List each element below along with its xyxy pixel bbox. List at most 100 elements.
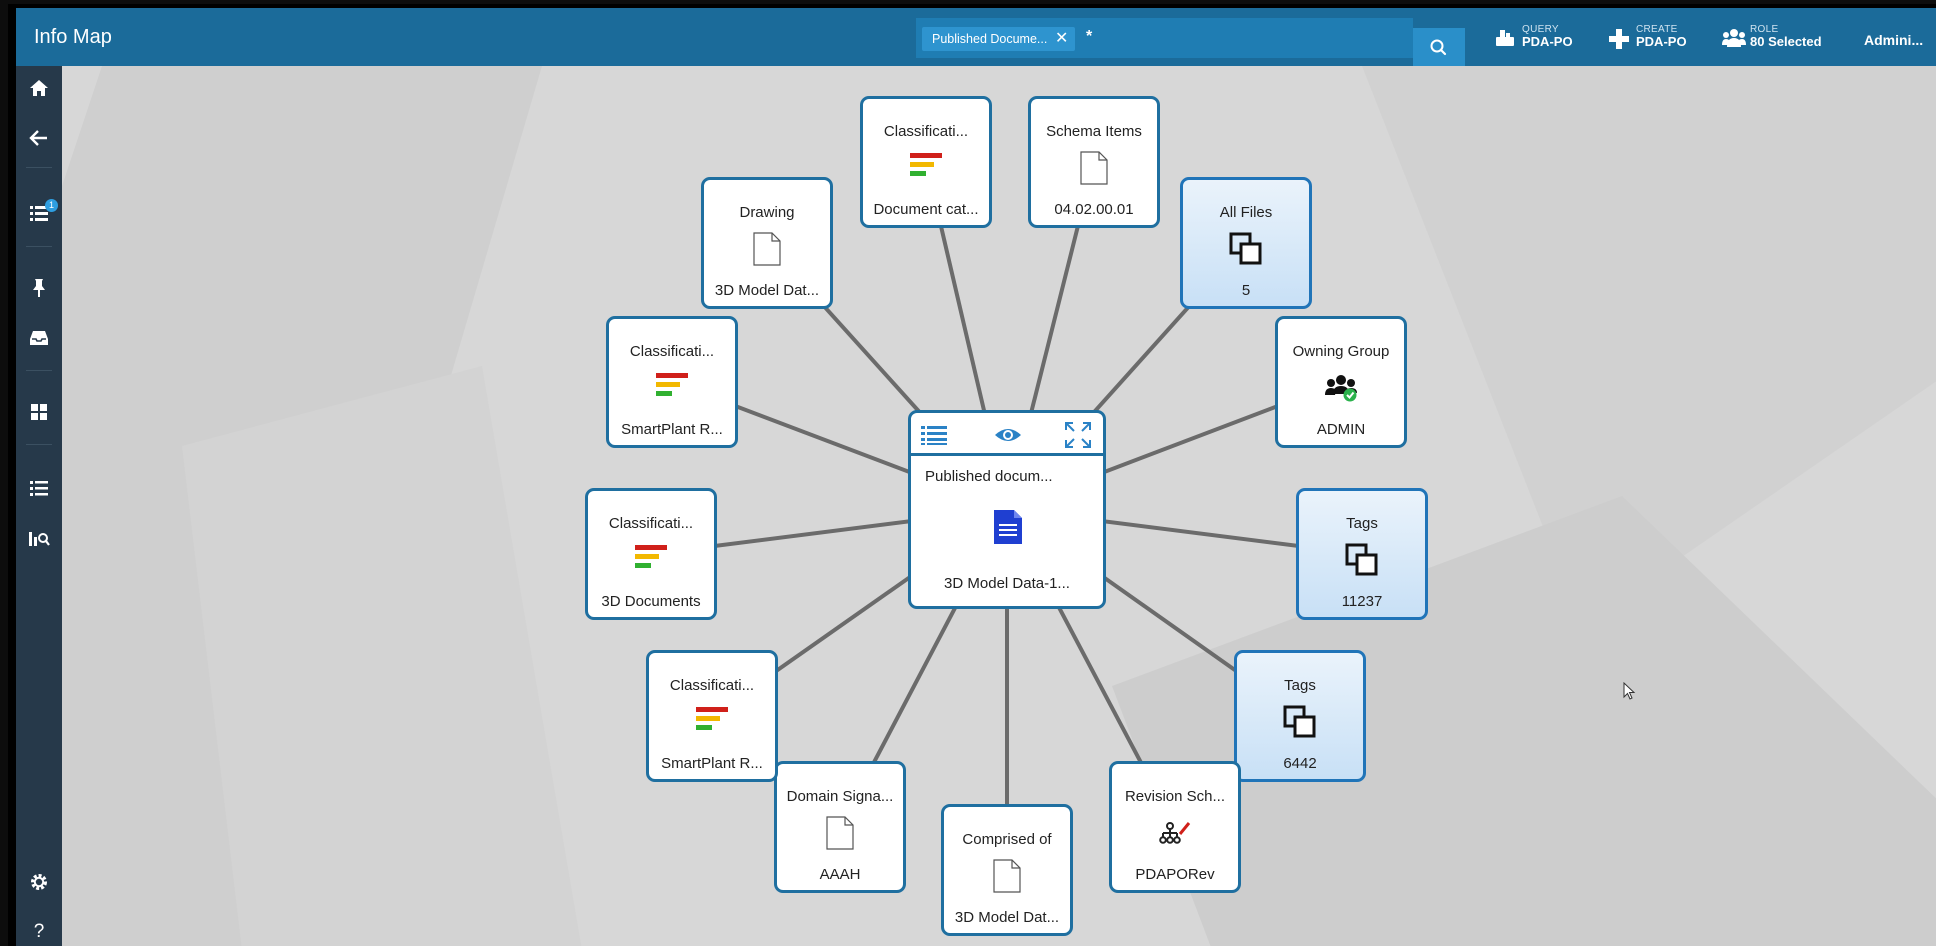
- node-value-label: 5: [1241, 282, 1251, 299]
- home-icon: [30, 80, 48, 96]
- node-type-label: Owning Group: [1292, 343, 1390, 360]
- map-node[interactable]: Owning Group ADMIN: [1275, 316, 1407, 448]
- classification-icon: [906, 148, 946, 188]
- view-button[interactable]: [993, 421, 1023, 449]
- map-node[interactable]: Revision Sch... PDAPORev: [1109, 761, 1241, 893]
- search-box[interactable]: Published Docume... ✕ *: [916, 18, 1465, 68]
- inbox-icon: [30, 331, 48, 345]
- node-type-label: Classificati...: [883, 123, 969, 140]
- classification-icon: [631, 540, 671, 580]
- screen: Info Map Published Docume... ✕ * QUERY P…: [0, 0, 1936, 946]
- node-value-label: PDAPORev: [1135, 866, 1215, 883]
- collection-icon: [1342, 540, 1382, 580]
- back-arrow-icon: [29, 130, 47, 146]
- search-input[interactable]: *: [1086, 28, 1092, 46]
- user-menu[interactable]: Admini...: [1864, 32, 1923, 48]
- collection-icon: [1280, 702, 1320, 742]
- map-node[interactable]: Classificati... SmartPlant R...: [606, 316, 738, 448]
- search-filter-chip[interactable]: Published Docume... ✕: [922, 27, 1076, 51]
- map-node[interactable]: Tags 11237: [1296, 488, 1428, 620]
- sidebar-item-pin[interactable]: [16, 268, 62, 308]
- sidebar-item-list[interactable]: 1: [16, 193, 62, 233]
- group-icon: [1321, 368, 1361, 408]
- help-icon: ?: [33, 921, 45, 942]
- node-value-label: ADMIN: [1316, 421, 1366, 438]
- map-node[interactable]: Drawing 3D Model Dat...: [701, 177, 833, 309]
- sidebar-item-inbox[interactable]: [16, 318, 62, 358]
- document-icon: [994, 510, 1022, 544]
- center-node-name: 3D Model Data-1...: [944, 575, 1070, 592]
- node-type-label: Classificati...: [629, 343, 715, 360]
- map-node[interactable]: Classificati... 3D Documents: [585, 488, 717, 620]
- map-node[interactable]: Schema Items 04.02.00.01: [1028, 96, 1160, 228]
- node-type-label: Comprised of: [962, 831, 1052, 848]
- plus-icon: [1609, 29, 1629, 49]
- search-chip-label: Published Docume...: [932, 32, 1048, 46]
- node-type-label: Classificati...: [669, 677, 755, 694]
- list-view-button[interactable]: [919, 421, 949, 449]
- node-type-label: Revision Sch...: [1124, 788, 1226, 805]
- sidebar-item-ordered-list[interactable]: [16, 468, 62, 508]
- document-icon: [987, 856, 1027, 896]
- mouse-cursor: [1623, 682, 1636, 700]
- classification-icon: [692, 702, 732, 742]
- center-node-toolbar: [911, 413, 1103, 456]
- pin-icon: [33, 279, 45, 297]
- info-map-canvas[interactable]: Classificati... Document cat... Schema Ite…: [62, 66, 1936, 946]
- node-type-label: Domain Signa...: [786, 788, 894, 805]
- dashboard-icon: [31, 404, 47, 420]
- center-node[interactable]: Published docum... 3D Model Data-1...: [908, 410, 1106, 609]
- node-value-label: SmartPlant R...: [661, 755, 763, 772]
- map-node[interactable]: Comprised of 3D Model Dat...: [941, 804, 1073, 936]
- collection-icon: [1226, 229, 1266, 269]
- ordered-list-icon: [30, 481, 48, 496]
- node-value-label: Document cat...: [873, 201, 979, 218]
- node-value-label: AAAH: [819, 866, 861, 883]
- create-value: PDA-PO: [1636, 34, 1687, 49]
- expand-icon: [1065, 422, 1091, 448]
- document-icon: [747, 229, 787, 269]
- list-count-badge: 1: [45, 199, 58, 212]
- sidebar-item-back[interactable]: [16, 118, 62, 158]
- node-type-label: Schema Items: [1046, 123, 1142, 140]
- sidebar-item-dashboard[interactable]: [16, 392, 62, 432]
- sidebar-item-settings[interactable]: [16, 862, 62, 902]
- center-node-type: Published docum...: [925, 468, 1053, 485]
- sidebar-item-help[interactable]: ?: [16, 912, 62, 946]
- node-value-label: 04.02.00.01: [1054, 201, 1134, 218]
- node-type-label: Tags: [1284, 677, 1316, 694]
- list-icon: [921, 426, 947, 445]
- eye-icon: [995, 429, 1021, 441]
- role-value: 80 Selected: [1750, 34, 1822, 49]
- search-button[interactable]: [1413, 28, 1465, 68]
- document-icon: [1074, 148, 1114, 188]
- node-value-label: SmartPlant R...: [621, 421, 723, 438]
- node-value-label: 3D Model Dat...: [714, 282, 820, 299]
- query-icon: [1496, 30, 1514, 46]
- node-type-label: Drawing: [739, 204, 795, 221]
- users-icon: [1722, 29, 1746, 47]
- document-icon: [820, 813, 860, 853]
- app-title: Info Map: [34, 26, 112, 48]
- map-node[interactable]: All Files 5: [1180, 177, 1312, 309]
- map-node[interactable]: Tags 6442: [1234, 650, 1366, 782]
- map-node[interactable]: Classificati... SmartPlant R...: [646, 650, 778, 782]
- node-type-label: All Files: [1219, 204, 1273, 221]
- expand-button[interactable]: [1063, 421, 1093, 449]
- sidebar-item-home[interactable]: [16, 68, 62, 108]
- node-value-label: 3D Model Dat...: [954, 909, 1060, 926]
- revision-scheme-icon: [1155, 813, 1195, 853]
- search-icon: [1430, 39, 1447, 56]
- classification-icon: [652, 368, 692, 408]
- map-node[interactable]: Domain Signa... AAAH: [774, 761, 906, 893]
- node-value-label: 3D Documents: [601, 593, 701, 610]
- map-node[interactable]: Classificati... Document cat...: [860, 96, 992, 228]
- query-value: PDA-PO: [1522, 34, 1573, 49]
- node-value-label: 6442: [1283, 755, 1317, 772]
- node-type-label: Tags: [1346, 515, 1378, 532]
- node-value-label: 11237: [1341, 593, 1383, 610]
- gear-icon: [31, 874, 47, 890]
- report-icon: [29, 532, 50, 546]
- close-icon[interactable]: ✕: [1055, 27, 1068, 51]
- sidebar-item-reports[interactable]: [16, 518, 62, 558]
